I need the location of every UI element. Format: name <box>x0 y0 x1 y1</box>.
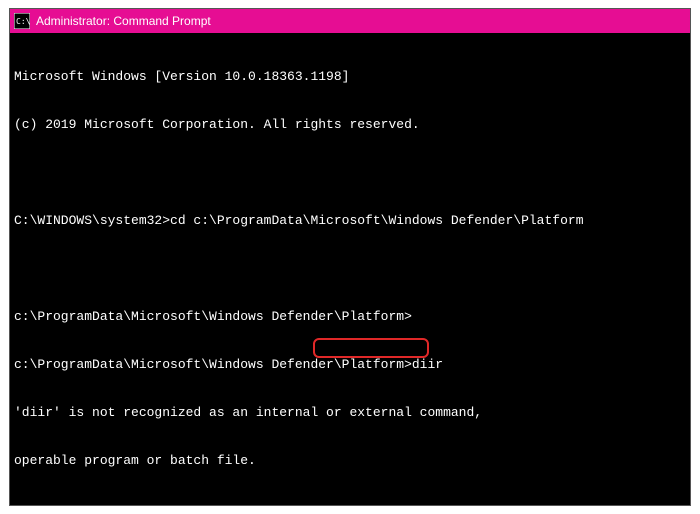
highlight-annotation <box>313 338 429 358</box>
window-title: Administrator: Command Prompt <box>36 14 211 28</box>
titlebar[interactable]: C:\ Administrator: Command Prompt <box>10 9 690 33</box>
svg-text:C:\: C:\ <box>16 17 30 26</box>
terminal-line: C:\WINDOWS\system32>cd c:\ProgramData\Mi… <box>14 213 686 229</box>
cmd-icon: C:\ <box>14 13 30 29</box>
terminal-output[interactable]: Microsoft Windows [Version 10.0.18363.11… <box>10 33 690 505</box>
terminal-line <box>14 165 686 181</box>
terminal-line: 'diir' is not recognized as an internal … <box>14 405 686 421</box>
terminal-line: c:\ProgramData\Microsoft\Windows Defende… <box>14 357 686 373</box>
command-prompt-window: C:\ Administrator: Command Prompt Micros… <box>9 8 691 506</box>
terminal-line: Microsoft Windows [Version 10.0.18363.11… <box>14 69 686 85</box>
terminal-line: (c) 2019 Microsoft Corporation. All righ… <box>14 117 686 133</box>
terminal-line <box>14 261 686 277</box>
terminal-line: c:\ProgramData\Microsoft\Windows Defende… <box>14 309 686 325</box>
terminal-line <box>14 501 686 505</box>
terminal-line: operable program or batch file. <box>14 453 686 469</box>
